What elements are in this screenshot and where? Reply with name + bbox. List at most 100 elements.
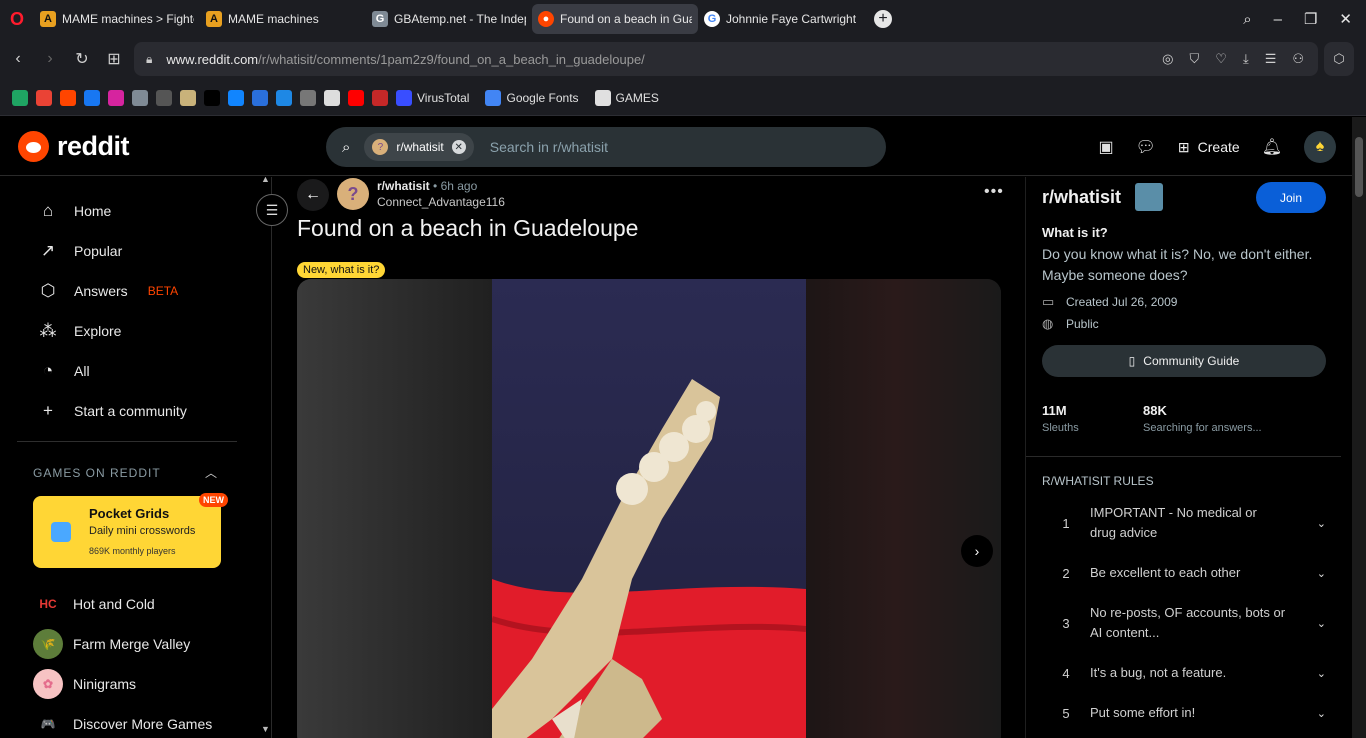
forward-nav-icon[interactable]: › [34, 50, 66, 68]
advertise-icon[interactable]: ▣ [1098, 137, 1113, 157]
answers-icon: ⬡ [40, 281, 56, 300]
reddit-logo[interactable]: reddit [18, 131, 130, 162]
lock-icon: 🔒︎ [146, 51, 153, 66]
rule-item[interactable]: 4 It's a bug, not a feature. ⌄ [1042, 663, 1326, 683]
heart-icon[interactable]: ♡ [1215, 51, 1227, 67]
scroll-up-icon[interactable]: ▲ [261, 177, 270, 184]
chat-icon[interactable]: 💬︎ [1136, 137, 1156, 157]
rule-item[interactable]: 2 Be excellent to each other ⌄ [1042, 563, 1326, 583]
popular-icon: ↗ [40, 241, 56, 260]
speed-dial-icon[interactable]: ⊞ [98, 49, 130, 69]
post-media[interactable]: › [297, 279, 1001, 738]
instagram-icon[interactable] [108, 89, 124, 106]
drive-icon[interactable] [12, 89, 28, 106]
gmail-icon[interactable] [36, 89, 52, 106]
p-icon[interactable] [276, 89, 292, 106]
minimize-button[interactable]: – [1274, 11, 1282, 28]
post-title: Found on a beach in Guadeloupe [297, 215, 639, 241]
rule-item[interactable]: 3 No re-posts, OF accounts, bots or AI c… [1042, 603, 1326, 643]
bluesky-icon[interactable] [228, 89, 244, 106]
mask-icon[interactable] [300, 89, 316, 106]
games-section-heading[interactable]: GAMES ON REDDIT [33, 466, 161, 480]
rule-item[interactable]: 1 IMPORTANT - No medical or drug advice … [1042, 503, 1326, 543]
x-icon[interactable] [204, 89, 220, 106]
pocket-grids-promo[interactable]: Pocket Grids Daily mini crosswords 869K … [33, 496, 221, 568]
tab-mame-machines[interactable]: A MAME machines [200, 4, 366, 34]
facebook-icon[interactable] [84, 89, 100, 106]
tab-mame-fighters[interactable]: A MAME machines > Fighte [34, 4, 200, 34]
author-link[interactable]: Connect_Advantage116 [377, 195, 505, 209]
notifications-icon[interactable]: 🔔︎ [1262, 137, 1282, 157]
profile-icon[interactable]: ⚇ [1292, 51, 1304, 67]
chevron-down-icon[interactable]: ⌄ [1317, 617, 1326, 630]
join-button[interactable]: Join [1256, 182, 1326, 213]
browser-tab-strip: O A MAME machines > Fighte A MAME machin… [0, 0, 1366, 38]
nav-home[interactable]: ⌂ Home [38, 201, 112, 221]
chevron-down-icon[interactable]: ⌄ [1317, 517, 1326, 530]
community-name[interactable]: r/whatisit [1042, 187, 1121, 208]
download-icon[interactable]: ⤓ [1243, 51, 1249, 67]
back-nav-icon[interactable]: ‹ [2, 50, 34, 68]
reddit-icon[interactable] [60, 89, 76, 106]
subreddit-link[interactable]: r/whatisit [377, 179, 430, 193]
nav-start-community[interactable]: + Start a community [38, 401, 187, 421]
maximize-button[interactable]: ❐ [1304, 10, 1317, 28]
shield-icon[interactable]: ⛉ [1190, 51, 1200, 67]
subreddit-avatar[interactable]: ? [337, 178, 369, 210]
opera-logo-icon[interactable]: O [0, 0, 34, 38]
community-banner-icon [1135, 183, 1163, 211]
subreddit-search-chip[interactable]: ? r/whatisit ✕ [364, 133, 474, 161]
search-input[interactable]: Search in r/whatisit [490, 139, 608, 155]
next-image-button[interactable]: › [961, 535, 993, 567]
subreddit-avatar-icon: ? [372, 139, 389, 155]
chevron-down-icon[interactable]: ⌄ [1317, 567, 1326, 580]
user-avatar[interactable]: ♠ [1304, 131, 1336, 163]
discover-more-games[interactable]: 🎮 Discover More Games [33, 709, 213, 738]
rule-item[interactable]: 5 Put some effort in! ⌄ [1042, 703, 1326, 723]
museum-icon[interactable] [324, 89, 340, 106]
extensions-icon[interactable]: ⬡ [1324, 42, 1354, 76]
search-bar[interactable]: ⌕ ? r/whatisit ✕ Search in r/whatisit [326, 127, 886, 167]
nav-popular[interactable]: ↗ Popular [38, 241, 122, 261]
scrollbar-thumb[interactable] [1355, 137, 1363, 197]
game-ninigrams[interactable]: ✿ Ninigrams [33, 669, 136, 699]
camera-icon[interactable]: ◎ [1162, 51, 1173, 67]
url-field[interactable]: 🔒︎ www.reddit.com/r/whatisit/comments/1p… [134, 42, 1318, 76]
bookmark-virustotal[interactable]: VirusTotal [396, 89, 469, 106]
arc-icon[interactable] [252, 89, 268, 106]
ring-icon[interactable] [180, 89, 196, 106]
nav-explore[interactable]: ⁂ Explore [38, 321, 122, 341]
reload-icon[interactable]: ↻ [66, 49, 98, 69]
nav-answers[interactable]: ⬡ Answers BETA [38, 281, 179, 301]
arrow-icon[interactable] [372, 89, 388, 106]
tab-gbatemp[interactable]: G GBAtemp.net - The Indepe [366, 4, 532, 34]
scroll-down-icon[interactable]: ▼ [261, 724, 270, 734]
chevron-down-icon[interactable]: ⌄ [1317, 667, 1326, 680]
bookmark-google-fonts[interactable]: Google Fonts [485, 89, 579, 106]
bookmark-folder[interactable]: GAMES [594, 89, 659, 106]
tab-reddit-post[interactable]: ● Found on a beach in Guad [532, 4, 698, 34]
youtube-icon[interactable] [348, 89, 364, 106]
page-scrollbar[interactable] [1352, 117, 1366, 738]
game-farm-merge-valley[interactable]: 🌾 Farm Merge Valley [33, 629, 190, 659]
new-tab-button[interactable]: + [874, 10, 892, 28]
gbatemp-icon: G [372, 11, 388, 27]
post-flair[interactable]: New, what is it? [297, 262, 386, 278]
create-button[interactable]: ⊞ Create [1178, 139, 1240, 156]
close-window-button[interactable]: ✕ [1339, 10, 1352, 28]
chevron-down-icon[interactable]: ⌄ [1317, 707, 1326, 720]
back-button[interactable]: ← [297, 179, 329, 211]
nav-all[interactable]: ◔ All [38, 361, 90, 381]
openai-icon[interactable] [156, 89, 172, 106]
tab-search-icon[interactable]: ⌕ [1243, 11, 1251, 28]
chevron-up-icon[interactable]: ︿ [205, 464, 217, 481]
more-options-button[interactable]: ••• [984, 183, 1004, 201]
community-guide-button[interactable]: ▯ Community Guide [1042, 345, 1326, 377]
window-controls: ⌕ – ❐ ✕ [1243, 0, 1366, 38]
tab-google-search[interactable]: G Johnnie Faye Cartwright - [698, 4, 864, 34]
game-hot-and-cold[interactable]: HC Hot and Cold [33, 589, 154, 619]
post-image[interactable] [492, 279, 806, 738]
easy-setup-icon[interactable]: ☰ [1265, 51, 1277, 67]
cat-icon[interactable] [132, 89, 148, 106]
clear-chip-icon[interactable]: ✕ [451, 140, 466, 154]
